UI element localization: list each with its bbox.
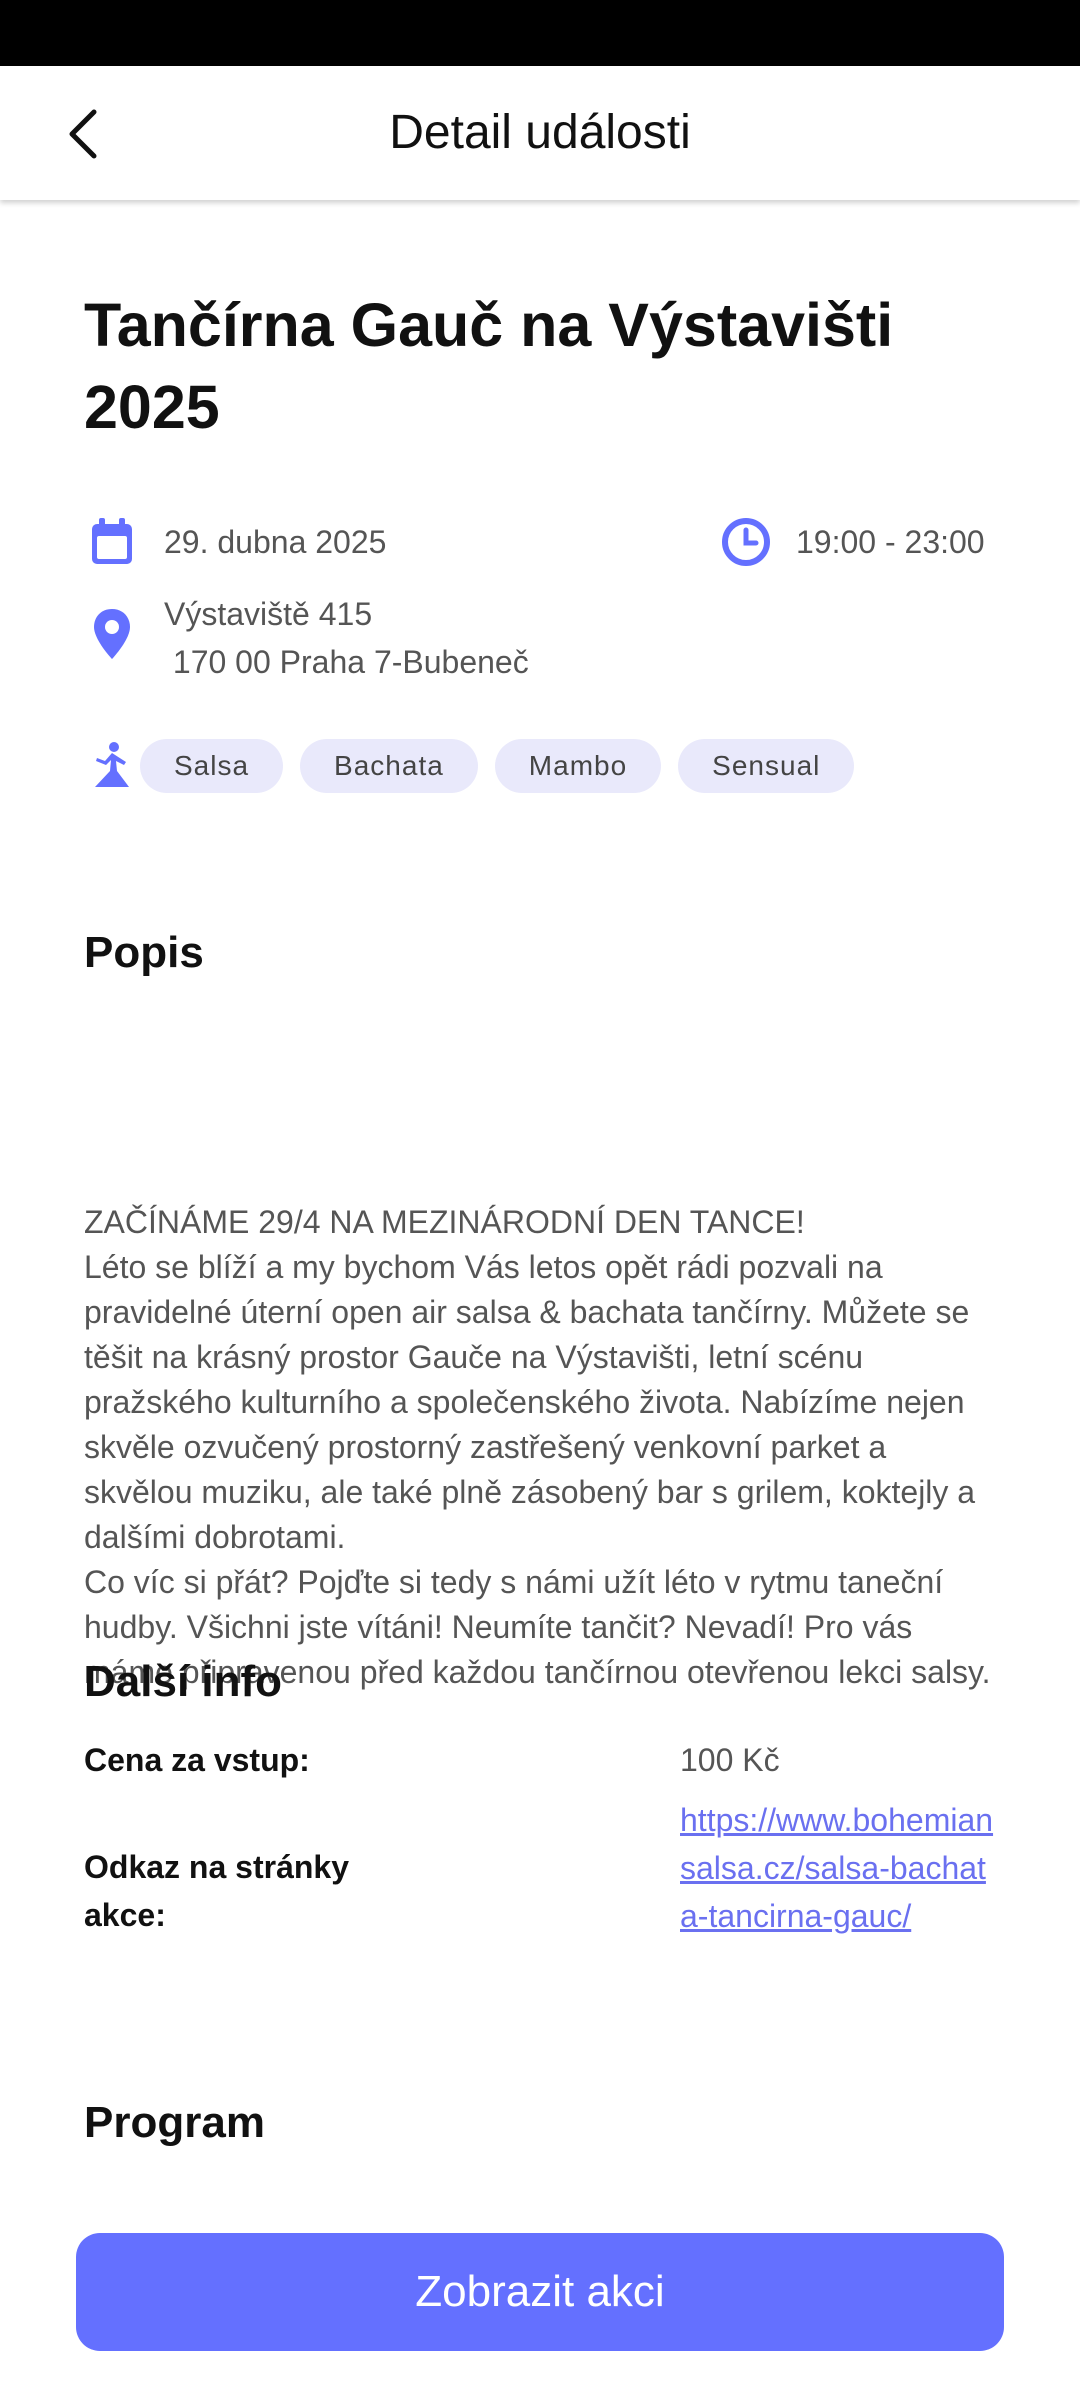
calendar-icon (84, 514, 140, 570)
event-address: Výstaviště 415 170 00 Praha 7-Bubeneč (84, 590, 529, 686)
tag-mambo: Mambo (494, 739, 662, 793)
dance-tags: Salsa Bachata Mambo Sensual (84, 738, 871, 794)
event-date-text: 29. dubna 2025 (164, 523, 387, 560)
event-title: Tančírna Gauč na Výstavišti 2025 (84, 291, 894, 441)
location-pin-icon (84, 606, 140, 662)
tag-salsa: Salsa (140, 739, 284, 793)
event-address-text: Výstaviště 415 170 00 Praha 7-Bubeneč (164, 596, 529, 680)
description-heading: Popis (84, 928, 204, 977)
more-info-heading: Další info (84, 1657, 283, 1706)
price-label: Cena za vstup: (84, 1742, 310, 1778)
event-website-link[interactable]: https://www.bohemiansalsa.cz/salsa-bacha… (680, 1796, 1000, 1940)
clock-icon (718, 514, 774, 570)
event-time-text: 19:00 - 23:00 (796, 523, 985, 560)
event-date: 29. dubna 2025 (84, 514, 386, 570)
tag-sensual: Sensual (678, 739, 855, 793)
app-bar: Detail události (0, 66, 1080, 200)
description-text: ZAČÍNÁME 29/4 NA MEZINÁRODNÍ DEN TANCE! … (84, 1204, 991, 1690)
tag-bachata: Bachata (300, 739, 478, 793)
page-title: Detail události (389, 106, 691, 159)
dancer-icon (84, 738, 140, 794)
show-event-button[interactable]: Zobrazit akci (76, 2233, 1004, 2351)
event-time: 19:00 - 23:00 (718, 514, 985, 570)
link-label: Odkaz na stránky akce: (84, 1849, 349, 1933)
price-value: 100 Kč (680, 1742, 780, 1778)
status-bar (0, 0, 1080, 66)
program-heading: Program (84, 2098, 265, 2147)
